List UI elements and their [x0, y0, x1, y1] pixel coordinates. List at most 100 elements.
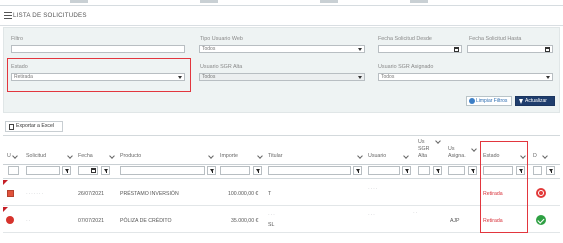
calendar-icon[interactable]	[91, 168, 96, 173]
filter-icon[interactable]	[62, 166, 71, 175]
table-row[interactable]: · · 07/07/2021 PÓLIZA DE CRÉDITO 35.000,…	[3, 207, 560, 233]
filter-icon[interactable]	[353, 166, 362, 175]
fecha-desde-input[interactable]	[378, 45, 462, 53]
cell-solicitud: · ·	[26, 218, 30, 224]
chevron-down-icon[interactable]	[110, 154, 114, 158]
col-u[interactable]: U	[7, 137, 21, 164]
col-us-sgr-alta-label-1: Us	[418, 139, 425, 145]
col-usuario[interactable]: Usuario	[368, 137, 412, 164]
chevron-down-icon	[178, 76, 182, 79]
col-solicitud-label: Solicitud	[26, 153, 47, 159]
filter-u-input[interactable]	[8, 166, 19, 175]
retirada-status-icon[interactable]	[536, 188, 546, 198]
col-producto[interactable]: Producto	[120, 137, 217, 164]
document-type-icon	[7, 190, 14, 197]
col-us-sgr-alta[interactable]: Us SGR Alta	[418, 137, 444, 164]
check-status-icon[interactable]	[536, 215, 546, 225]
filter-usuario-input[interactable]	[368, 166, 400, 175]
usuario-sgr-asignado-label: Usuario SGR Asignado	[378, 64, 434, 70]
filter-fecha-input[interactable]	[78, 166, 98, 175]
cell-fecha: 07/07/2021	[78, 218, 104, 224]
col-titular[interactable]: Titular	[268, 137, 364, 164]
calendar-icon[interactable]	[454, 47, 459, 52]
chevron-down-icon[interactable]	[436, 139, 440, 143]
chevron-down-icon[interactable]	[472, 147, 476, 151]
cell-producto: PÓLIZA DE CRÉDITO	[120, 218, 172, 224]
col-importe[interactable]: Importe	[220, 137, 266, 164]
euro-type-icon	[6, 216, 14, 224]
col-us-asigna-label-1: Us	[448, 146, 455, 152]
usuario-sgr-asignado-value: Todos	[381, 74, 395, 80]
top-strip-tab	[320, 0, 338, 3]
filter-icon[interactable]	[468, 166, 477, 175]
cell-usuario: · · · ·	[368, 186, 378, 192]
file-icon	[9, 124, 14, 130]
fecha-hasta-label: Fecha Solicitud Hasta	[469, 36, 522, 42]
chevron-down-icon[interactable]	[13, 154, 17, 158]
filter-us-asigna-input[interactable]	[448, 166, 465, 175]
filter-icon[interactable]	[207, 166, 216, 175]
filtro-input[interactable]	[11, 45, 185, 53]
export-excel-button[interactable]: Exportar a Excel	[5, 121, 63, 132]
col-producto-label: Producto	[120, 153, 142, 159]
clear-filters-label: Limpiar Filtros	[476, 98, 508, 104]
usuario-sgr-asignado-select[interactable]: Todos	[378, 73, 553, 81]
export-excel-label: Exportar a Excel	[16, 123, 55, 129]
update-label: Actualizar	[525, 98, 547, 104]
filter-us-sgr-alta-input[interactable]	[418, 166, 430, 175]
chevron-down-icon[interactable]	[543, 154, 547, 158]
divider	[3, 135, 560, 136]
filter-icon[interactable]	[433, 166, 442, 175]
col-us-sgr-alta-label-2: SGR	[418, 146, 430, 152]
col-u-label: U	[7, 153, 11, 159]
chevron-down-icon[interactable]	[209, 154, 213, 158]
filter-icon[interactable]	[253, 166, 262, 175]
estado-select[interactable]: Retirada	[11, 73, 185, 81]
estado-label: Estado	[11, 64, 28, 70]
clear-filters-button[interactable]: Limpiar Filtros	[466, 96, 512, 106]
filter-row-divider	[3, 178, 560, 179]
chevron-down-icon[interactable]	[358, 154, 362, 158]
col-d[interactable]: D	[533, 137, 555, 164]
top-strip-tab	[200, 0, 218, 3]
top-strip-tab	[70, 0, 88, 3]
calendar-icon[interactable]	[545, 47, 550, 52]
col-importe-label: Importe	[220, 153, 238, 159]
cell-solicitud: · · · · · · ·	[26, 191, 43, 197]
col-us-asigna[interactable]: Us Asigna.	[448, 137, 478, 164]
col-solicitud[interactable]: Solicitud	[26, 137, 76, 164]
filter-producto-input[interactable]	[120, 166, 205, 175]
list-icon	[4, 12, 12, 19]
update-button[interactable]: Actualizar	[515, 96, 555, 106]
chevron-down-icon[interactable]	[68, 154, 72, 158]
chevron-down-icon	[358, 48, 362, 51]
col-usuario-label: Usuario	[368, 153, 387, 159]
header-divider	[3, 164, 560, 165]
filter-icon	[519, 99, 523, 104]
filter-icon[interactable]	[546, 166, 555, 175]
cell-importe: 100.000,00 €	[228, 191, 259, 197]
filter-importe-input[interactable]	[220, 166, 250, 175]
cell-titular: · · ·	[268, 212, 275, 218]
usuario-sgr-alta-label: Usuario SGR Alta	[200, 64, 243, 70]
chevron-down-icon[interactable]	[258, 154, 262, 158]
col-us-asigna-label-2: Asigna.	[448, 153, 466, 159]
filter-solicitud-input[interactable]	[26, 166, 60, 175]
tipo-usuario-web-value: Todos	[202, 46, 216, 52]
tipo-usuario-web-label: Tipo Usuario Web	[200, 36, 243, 42]
col-titular-label: Titular	[268, 153, 283, 159]
col-fecha[interactable]: Fecha	[78, 137, 118, 164]
tipo-usuario-web-select[interactable]: Todos	[199, 45, 365, 53]
cell-importe: 35.000,00 €	[231, 218, 259, 224]
fecha-hasta-input[interactable]	[467, 45, 553, 53]
cell-titular-2: SL	[268, 222, 275, 228]
filter-titular-input[interactable]	[268, 166, 351, 175]
filter-icon[interactable]	[101, 166, 110, 175]
col-fecha-label: Fecha	[78, 153, 93, 159]
filtro-label: Filtro	[11, 36, 23, 42]
filter-d-input[interactable]	[533, 166, 542, 175]
col-us-sgr-alta-label-3: Alta	[418, 153, 428, 159]
filter-icon[interactable]	[402, 166, 411, 175]
table-row[interactable]: · · · · · · · 26/07/2021 PRÉSTAMO INVERS…	[3, 180, 560, 206]
chevron-down-icon[interactable]	[404, 154, 408, 158]
